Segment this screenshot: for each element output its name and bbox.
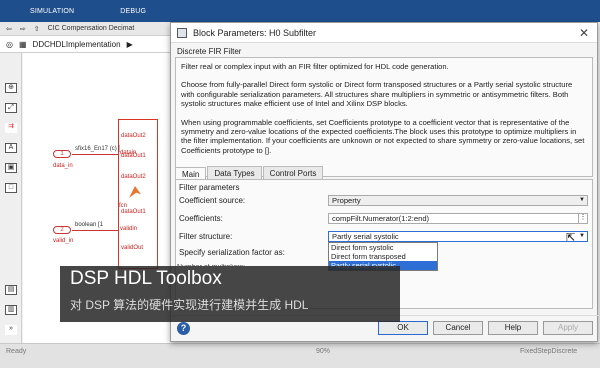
close-icon[interactable]: ✕ bbox=[579, 26, 589, 40]
filter-parameters-heading: Filter parameters bbox=[179, 183, 240, 192]
inport-2-type: boolean [1 bbox=[75, 222, 104, 228]
coefficients-label: Coefficients: bbox=[179, 214, 223, 223]
help-icon[interactable]: ? bbox=[177, 322, 190, 335]
canvas-toolbar: ⊕ ⤢ ⇉ A ▣ □ ▤ ▥ » bbox=[0, 53, 22, 343]
tab-control-ports[interactable]: Control Ports bbox=[262, 166, 324, 180]
status-zoom: 90% bbox=[316, 348, 331, 355]
signal-dataout2: dataOut2 bbox=[121, 174, 146, 180]
wire-valid-in bbox=[72, 230, 118, 231]
serialization-label: Specify serialization factor as: bbox=[179, 248, 285, 257]
fit-view-icon[interactable]: ⤢ bbox=[5, 103, 17, 113]
breadcrumb-title[interactable]: CIC Compensation Decimat bbox=[48, 25, 135, 32]
description-3: When using programmable coefficients, se… bbox=[181, 117, 585, 155]
chevron-down-icon: ▼ bbox=[579, 233, 585, 239]
signal-datain-label: datain bbox=[120, 150, 137, 156]
arrow-icon[interactable]: ⇉ bbox=[5, 123, 17, 133]
zoom-icon[interactable]: ⊕ bbox=[5, 83, 17, 93]
apply-button[interactable]: Apply bbox=[543, 321, 593, 335]
inport-1[interactable]: 1 bbox=[53, 150, 71, 158]
ok-button[interactable]: OK bbox=[378, 321, 428, 335]
status-solver: FixedStepDiscrete bbox=[520, 348, 578, 355]
signal-dataout1: dataOut1 bbox=[121, 209, 146, 215]
structure-option-direct-transposed[interactable]: Direct form transposed bbox=[329, 252, 437, 261]
chevron-down-icon: ▼ bbox=[579, 197, 585, 203]
forward-arrow-icon[interactable]: ⇨ bbox=[20, 25, 26, 33]
coefficients-value: compFilt.Numerator(1:2:end) bbox=[332, 214, 430, 223]
coef-source-value: Property bbox=[332, 196, 361, 205]
coef-source-label: Coefficient source: bbox=[179, 196, 246, 205]
ribbon-tabs: SIMULATION DEBUG bbox=[0, 0, 600, 22]
model-path-bar: ◎ ▦ DDCHDLImplementation ▶ bbox=[0, 36, 172, 53]
status-left: Ready bbox=[6, 348, 27, 355]
help-button[interactable]: Help bbox=[488, 321, 538, 335]
description-2: Choose from fully-parallel Direct form s… bbox=[181, 80, 573, 109]
model-icon: ▦ bbox=[18, 39, 27, 49]
tab-data-types[interactable]: Data Types bbox=[207, 166, 262, 180]
expand-icon[interactable]: » bbox=[5, 325, 17, 335]
signal-dataout2-top: dataOut2 bbox=[121, 133, 146, 139]
signal-validout: validOut bbox=[121, 245, 144, 251]
navigation-bar: ⇦ ⇨ ⇧ CIC Compensation Decimat bbox=[0, 22, 172, 36]
ribbon-tab-simulation[interactable]: SIMULATION bbox=[30, 8, 74, 15]
block-type-heading: Discrete FIR Filter bbox=[177, 47, 242, 56]
model-path[interactable]: DDCHDLImplementation bbox=[33, 40, 121, 49]
ribbon-tab-debug[interactable]: DEBUG bbox=[120, 8, 146, 15]
description-panel: Filter real or complex input with an FIR… bbox=[175, 57, 593, 177]
filter-structure-value: Partly serial systolic bbox=[332, 232, 399, 241]
more-options-icon[interactable]: ⋮ bbox=[578, 214, 587, 223]
back-arrow-icon[interactable]: ⇦ bbox=[6, 25, 12, 33]
block-icon bbox=[177, 27, 187, 38]
dialog-title-bar[interactable]: Block Parameters: H0 Subfilter bbox=[171, 23, 597, 43]
path-arrow-icon: ▶ bbox=[126, 39, 133, 49]
coefficients-input[interactable]: compFilt.Numerator(1:2:end) ⋮ bbox=[328, 213, 588, 224]
signal-validin-label: validin bbox=[120, 226, 138, 232]
filter-structure-select[interactable]: Partly serial systolic ▼ bbox=[328, 231, 588, 242]
coef-source-select[interactable]: Property ▼ bbox=[328, 195, 588, 206]
structure-option-direct-systolic[interactable]: Direct form systolic bbox=[329, 243, 437, 252]
inport-1-type: sfix16_En17 (c) [ bbox=[75, 146, 121, 152]
caption-title: DSP HDL Toolbox bbox=[70, 268, 222, 289]
up-arrow-icon[interactable]: ⇧ bbox=[34, 25, 40, 33]
caption-subtitle: 对 DSP 算法的硬件实现进行建模并生成 HDL bbox=[70, 298, 309, 312]
cancel-button[interactable]: Cancel bbox=[433, 321, 483, 335]
area-icon[interactable]: □ bbox=[5, 183, 17, 193]
inport-2-label: valid_in bbox=[53, 238, 74, 244]
status-bar: Ready 90% FixedStepDiscrete bbox=[0, 343, 600, 368]
image-icon[interactable]: ▣ bbox=[5, 163, 17, 173]
parameter-tabs: Main Data Types Control Ports bbox=[175, 166, 324, 181]
annotation-icon[interactable]: A bbox=[5, 143, 17, 153]
inport-1-number: 1 bbox=[60, 151, 64, 157]
inport-1-label: data_in bbox=[53, 163, 73, 169]
inport-2[interactable]: 2 bbox=[53, 226, 71, 234]
explorer-icon[interactable]: ◎ bbox=[6, 40, 13, 49]
dialog-title: Block Parameters: H0 Subfilter bbox=[193, 27, 317, 38]
filter-structure-label: Filter structure: bbox=[179, 232, 233, 241]
mouse-pointer-icon: ⇱ bbox=[566, 232, 576, 244]
description-1: Filter real or complex input with an FIR… bbox=[181, 62, 449, 71]
inport-2-number: 2 bbox=[60, 227, 64, 233]
wire-data-in bbox=[72, 154, 118, 155]
table-icon[interactable]: ▥ bbox=[5, 305, 17, 315]
camera-icon[interactable]: ▤ bbox=[5, 285, 17, 295]
